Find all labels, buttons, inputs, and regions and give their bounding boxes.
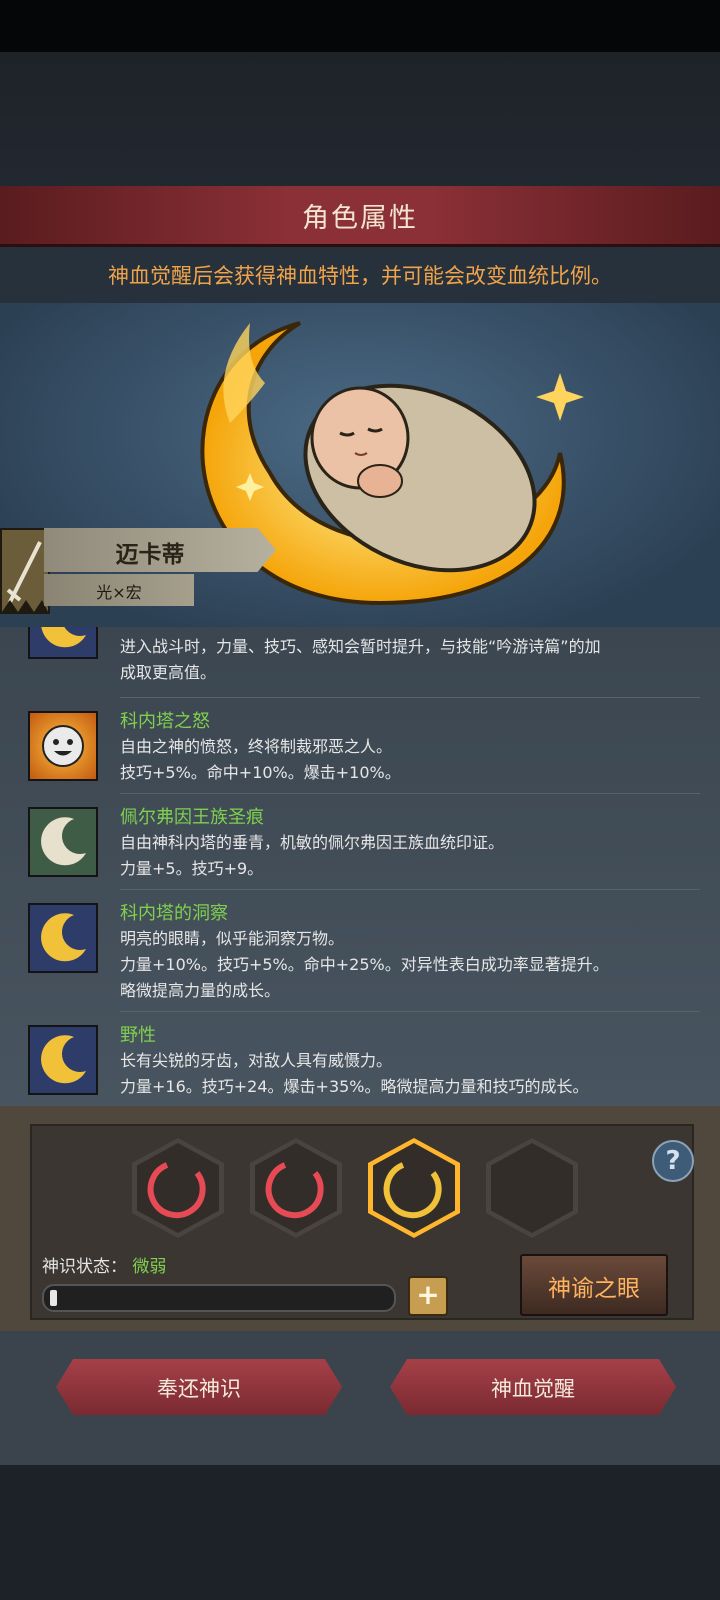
- trait-desc: 技巧+5%。命中+10%。爆击+10%。: [120, 763, 401, 782]
- divine-inner: ? 神识状态： 微弱 + 神谕之眼: [30, 1124, 694, 1320]
- awaken-label: 神血觉醒: [491, 1377, 575, 1401]
- blood-awaken-button[interactable]: 神血觉醒: [390, 1359, 676, 1415]
- oracle-eye-button[interactable]: 神谕之眼: [520, 1254, 668, 1316]
- trait-name: 科内塔的洞察: [120, 903, 228, 924]
- trait-desc: 自由神科内塔的垂青，机敏的佩尔弗因王族血统印证。: [120, 833, 505, 852]
- help-icon[interactable]: ?: [652, 1140, 694, 1182]
- divine-progress-bar: [42, 1284, 396, 1312]
- divider: [120, 889, 700, 890]
- notice-bar: 神血觉醒后会获得神血特性，并可能会改变血统比例。: [0, 247, 720, 303]
- dimmed-background-bottom: [0, 1465, 720, 1600]
- divine-slot-3[interactable]: [368, 1138, 460, 1238]
- trait-desc: 力量+10%。技巧+5%。命中+25%。对异性表白成功率显著提升。: [120, 955, 609, 974]
- dimmed-background-top: [0, 0, 720, 186]
- trait-desc: 力量+16。技巧+24。爆击+35%。略微提高力量和技巧的成长。: [120, 1077, 589, 1096]
- trait-desc: 自由之神的愤怒，终将制裁邪恶之人。: [120, 737, 393, 756]
- status-value: 微弱: [132, 1257, 167, 1277]
- divider: [120, 793, 700, 794]
- sword-banner-icon: [0, 528, 50, 614]
- list-item: 科内塔之怒 自由之神的愤怒，终将制裁邪恶之人。 技巧+5%。命中+10%。爆击+…: [28, 711, 688, 795]
- divider: [120, 1011, 700, 1012]
- character-attribute: 光×宏: [96, 583, 142, 602]
- return-label: 奉还神识: [157, 1377, 241, 1401]
- list-item: 野性 长有尖锐的牙齿，对敌人具有威慑力。 力量+16。技巧+24。爆击+35%。…: [28, 1025, 688, 1106]
- status-label: 神识状态：: [42, 1257, 127, 1277]
- progress-fill: [50, 1290, 57, 1306]
- crescent-icon: [28, 1025, 98, 1095]
- divine-status: 神识状态： 微弱: [42, 1252, 166, 1277]
- character-name: 迈卡蒂: [115, 542, 185, 568]
- action-bar: 奉还神识 神血觉醒: [0, 1331, 720, 1465]
- page-title: 角色属性: [302, 203, 418, 234]
- divider: [120, 697, 700, 698]
- list-item: 科内塔的洞察 明亮的眼睛，似乎能洞察万物。 力量+10%。技巧+5%。命中+25…: [28, 903, 688, 1013]
- list-item: 佩尔弗因王族圣痕 自由神科内塔的垂青，机敏的佩尔弗因王族血统印证。 力量+5。技…: [28, 807, 688, 891]
- trait-desc: 力量+5。技巧+9。: [120, 859, 264, 878]
- trait-desc: 明亮的眼睛，似乎能洞察万物。: [120, 929, 345, 948]
- notice-text: 神血觉醒后会获得神血特性，并可能会改变血统比例。: [108, 264, 612, 288]
- smiling-sun-icon: [28, 711, 98, 781]
- add-button[interactable]: +: [408, 1276, 448, 1316]
- trait-list[interactable]: 进入战斗时，力量、技巧、感知会暂时提升，与技能“吟游诗篇”的加 成取更高值。 科…: [0, 627, 720, 1106]
- list-item: 进入战斗时，力量、技巧、感知会暂时提升，与技能“吟游诗篇”的加 成取更高值。: [28, 627, 688, 689]
- trait-desc: 略微提高力量的成长。: [120, 981, 281, 1000]
- divine-panel: ? 神识状态： 微弱 + 神谕之眼: [0, 1106, 720, 1331]
- trait-desc: 进入战斗时，力量、技巧、感知会暂时提升，与技能“吟游诗篇”的加: [120, 637, 601, 656]
- attribute-bar: 光×宏: [44, 574, 194, 606]
- crescent-icon: [28, 903, 98, 973]
- sparkle-icon: [536, 373, 584, 421]
- divine-slot-1[interactable]: [132, 1138, 224, 1238]
- trait-desc: 长有尖锐的牙齿，对敌人具有威慑力。: [120, 1051, 393, 1070]
- oracle-label: 神谕之眼: [548, 1276, 640, 1302]
- name-bar: 迈卡蒂: [44, 528, 276, 572]
- character-attributes-panel: 角色属性 神血觉醒后会获得神血特性，并可能会改变血统比例。 迈卡蒂 光×宏 进入…: [0, 186, 720, 1465]
- title-bar: 角色属性: [0, 186, 720, 247]
- trait-name: 佩尔弗因王族圣痕: [120, 807, 264, 828]
- trait-desc: 成取更高值。: [120, 663, 217, 682]
- character-nameplate: 迈卡蒂 光×宏: [0, 528, 290, 628]
- divine-slot-2[interactable]: [250, 1138, 342, 1238]
- trait-name: 野性: [120, 1025, 156, 1046]
- return-divinity-button[interactable]: 奉还神识: [56, 1359, 342, 1415]
- divine-slot-4[interactable]: [486, 1138, 578, 1238]
- crescent-icon: [28, 627, 98, 659]
- trait-name: 科内塔之怒: [120, 711, 210, 732]
- feather-crescent-icon: [28, 807, 98, 877]
